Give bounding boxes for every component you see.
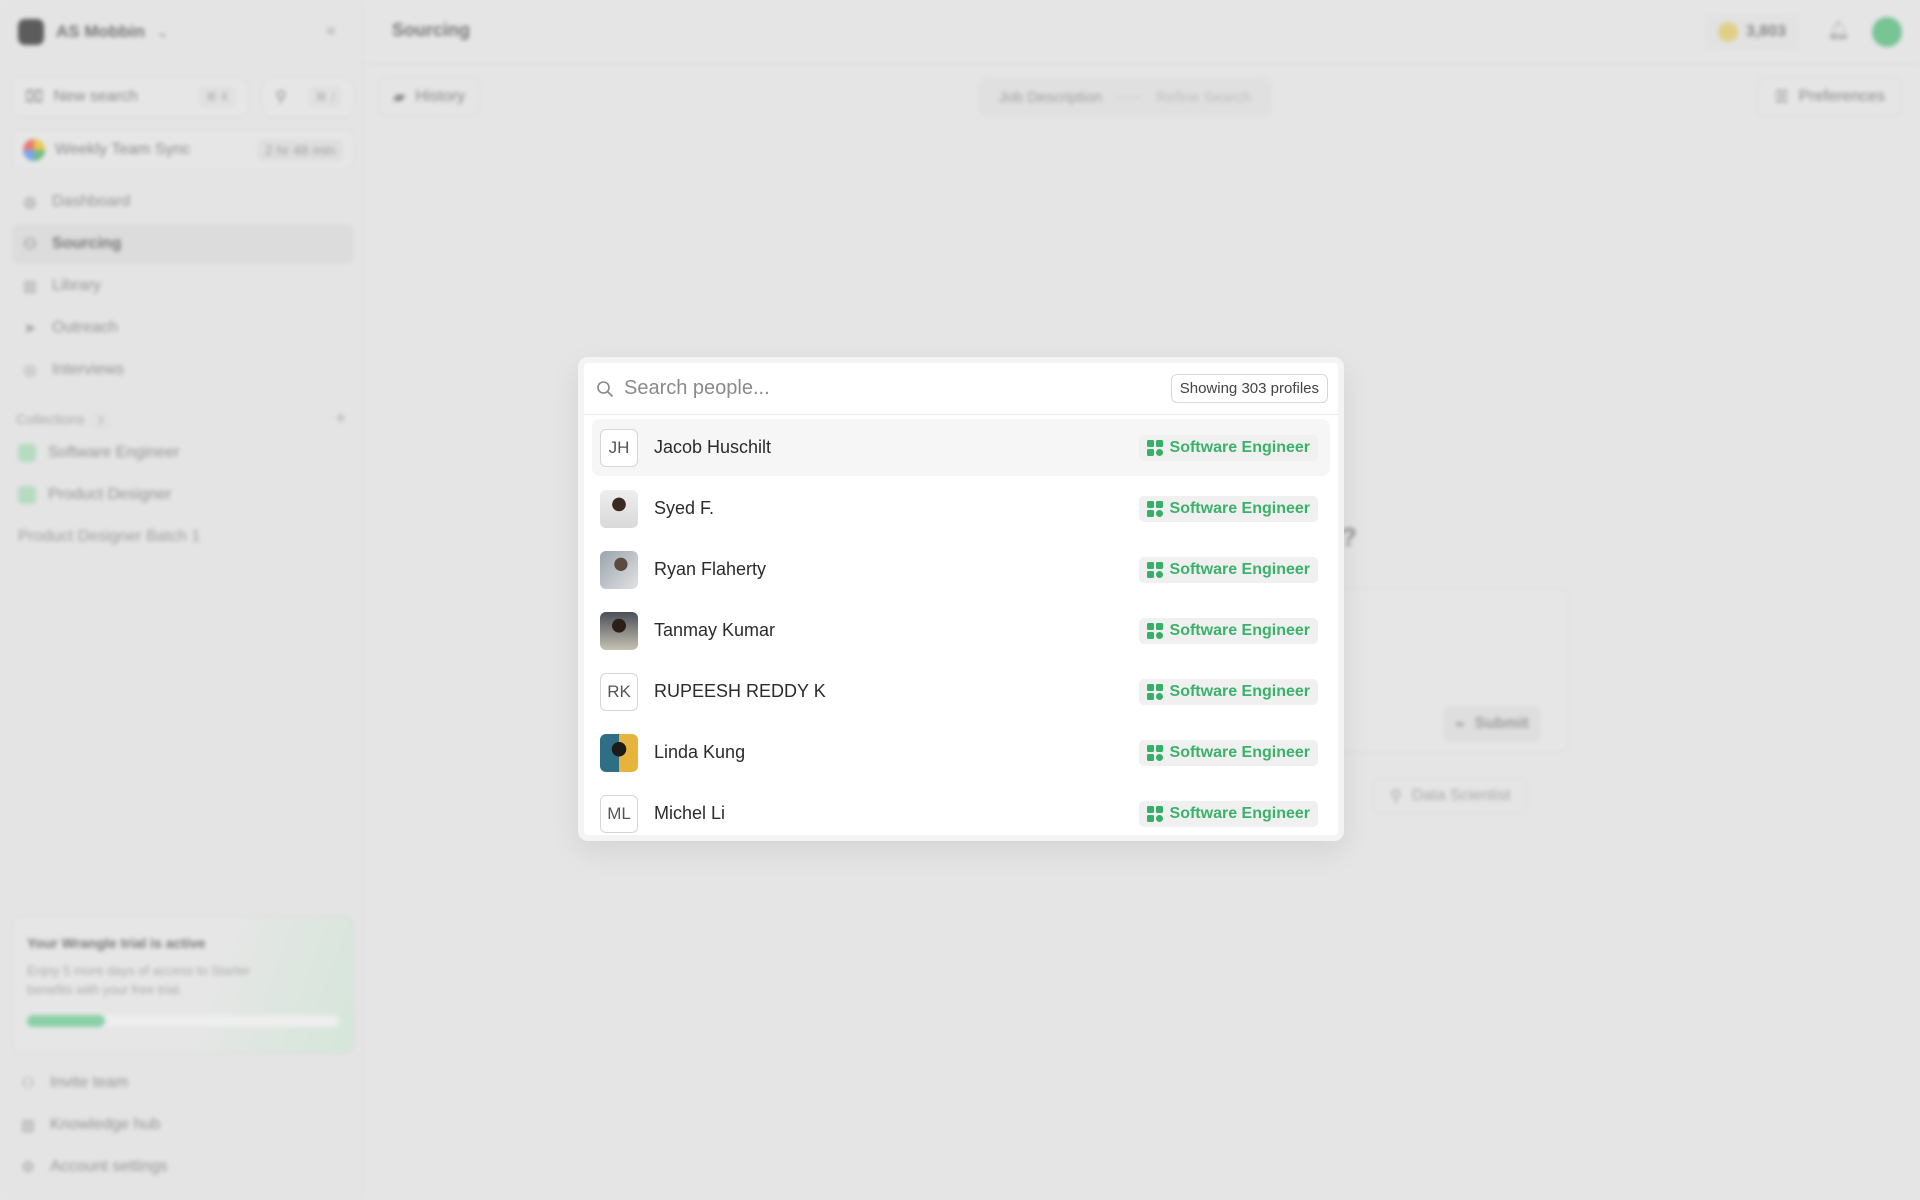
person-name: Michel Li [654, 803, 726, 823]
person-row[interactable]: JH Jacob Huschilt Software Engineer [592, 419, 1330, 476]
person-info: Tanmay Kumar [600, 611, 776, 650]
grid-icon [1146, 439, 1163, 456]
avatar [600, 550, 638, 589]
tag-label: Software Engineer [1169, 438, 1310, 456]
avatar [600, 489, 638, 528]
collection-tag[interactable]: Software Engineer [1138, 739, 1318, 766]
collection-tag[interactable]: Software Engineer [1138, 678, 1318, 705]
person-name: Syed F. [654, 498, 715, 518]
person-info: Ryan Flaherty [600, 550, 767, 589]
tag-label: Software Engineer [1169, 743, 1310, 761]
grid-icon [1146, 683, 1163, 700]
grid-icon [1146, 622, 1163, 639]
person-row[interactable]: Linda Kung Software Engineer [592, 724, 1330, 781]
person-info: RK RUPEESH REDDY K [600, 672, 826, 711]
person-name: Tanmay Kumar [654, 620, 776, 640]
people-list: JH Jacob Huschilt Software Engineer Syed F.… [584, 415, 1338, 835]
tag-label: Software Engineer [1169, 621, 1310, 639]
grid-icon [1146, 805, 1163, 822]
person-name: Jacob Huschilt [654, 437, 772, 457]
person-name: RUPEESH REDDY K [654, 681, 826, 701]
person-info: Syed F. [600, 489, 715, 528]
grid-icon [1146, 500, 1163, 517]
person-info: ML Michel Li [600, 794, 726, 833]
tag-label: Software Engineer [1169, 682, 1310, 700]
person-info: Linda Kung [600, 733, 746, 772]
person-row[interactable]: Syed F. Software Engineer [592, 480, 1330, 537]
search-icon [597, 380, 613, 397]
avatar [600, 733, 638, 772]
avatar: RK [600, 672, 638, 711]
person-name: Linda Kung [654, 742, 746, 762]
grid-icon [1146, 744, 1163, 761]
avatar: ML [600, 794, 638, 833]
search-bar: Showing 303 profiles [584, 363, 1338, 415]
tag-label: Software Engineer [1169, 499, 1310, 517]
person-row[interactable]: Tanmay Kumar Software Engineer [592, 602, 1330, 659]
person-row[interactable]: ML Michel Li Software Engineer [592, 785, 1330, 835]
people-search-modal: Showing 303 profiles JH Jacob Huschilt Sof… [578, 357, 1344, 841]
avatar [600, 611, 638, 650]
profile-count-badge: Showing 303 profiles [1170, 374, 1328, 403]
collection-tag[interactable]: Software Engineer [1138, 434, 1318, 461]
collection-tag[interactable]: Software Engineer [1138, 800, 1318, 827]
person-name: Ryan Flaherty [654, 559, 767, 579]
collection-tag[interactable]: Software Engineer [1138, 617, 1318, 644]
collection-tag[interactable]: Software Engineer [1138, 495, 1318, 522]
tag-label: Software Engineer [1169, 804, 1310, 822]
search-people-input[interactable] [624, 377, 1171, 400]
collection-tag[interactable]: Software Engineer [1138, 556, 1318, 583]
tag-label: Software Engineer [1169, 560, 1310, 578]
person-row[interactable]: RK RUPEESH REDDY K Software Engineer [592, 663, 1330, 720]
person-row[interactable]: Ryan Flaherty Software Engineer [592, 541, 1330, 598]
grid-icon [1146, 561, 1163, 578]
person-info: JH Jacob Huschilt [600, 428, 772, 467]
avatar: JH [600, 428, 638, 467]
